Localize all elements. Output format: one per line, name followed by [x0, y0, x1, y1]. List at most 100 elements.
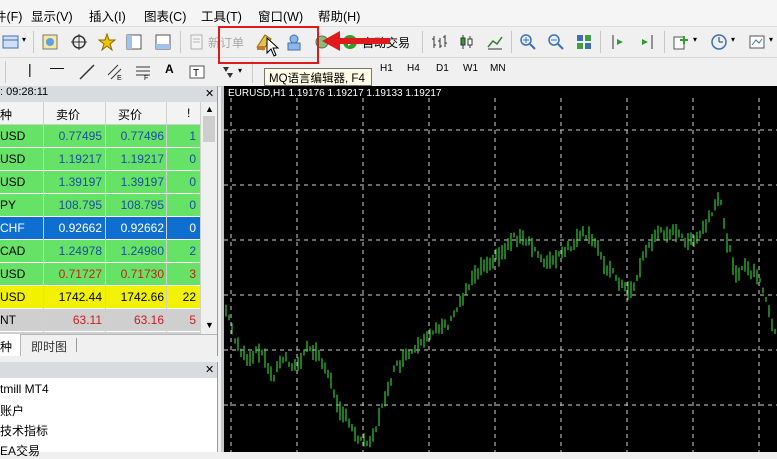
- menu-window[interactable]: 窗口(W): [258, 6, 303, 25]
- trendline-icon[interactable]: [76, 61, 98, 83]
- spread-cell: 1: [189, 129, 196, 143]
- red-arrow-icon: [322, 31, 390, 51]
- menu-help[interactable]: 帮助(H): [318, 6, 360, 25]
- table-row[interactable]: CHF 0.92662 0.92662 0: [0, 217, 200, 239]
- market-watch-column-header: 种 卖价 买价 !: [0, 102, 200, 125]
- svg-text:F: F: [144, 75, 148, 81]
- new-chart-icon[interactable]: [0, 31, 22, 53]
- table-row[interactable]: PY 108.795 108.795 0: [0, 194, 200, 216]
- chart-title: EURUSD,H1 1.19176 1.19217 1.19133 1.1921…: [228, 88, 442, 99]
- menu-bar: 件(F) 显示(V) 插入(I) 图表(C) 工具(T) 窗口(W) 帮助(H): [0, 0, 777, 27]
- market-watch-title-bar: : 09:28:11 ✕: [0, 86, 217, 102]
- symbol-cell: USD: [0, 175, 26, 189]
- nav-item-accounts[interactable]: 账户: [0, 402, 24, 419]
- navigator-title-bar: ✕: [0, 362, 217, 378]
- table-row[interactable]: USD 0.77495 0.77496 1: [0, 125, 200, 147]
- column-spread[interactable]: !: [187, 106, 190, 120]
- profiles-icon[interactable]: [39, 31, 61, 53]
- scrollbar[interactable]: ▲ ▼: [200, 102, 217, 334]
- crosshair-icon[interactable]: [68, 31, 90, 53]
- indicators-icon[interactable]: [670, 31, 692, 53]
- spread-cell: 2: [189, 244, 196, 258]
- tab-tick-chart[interactable]: 即时图: [31, 338, 67, 355]
- separator: [180, 31, 181, 53]
- ask-cell: 0.71730: [120, 267, 164, 281]
- table-row[interactable]: CAD 1.24978 1.24980 2: [0, 240, 200, 262]
- menu-insert[interactable]: 插入(I): [89, 6, 126, 25]
- bid-cell: 1.19217: [58, 152, 102, 166]
- tile-windows-icon[interactable]: [573, 31, 595, 53]
- text-tool-icon[interactable]: A: [165, 62, 174, 76]
- symbol-cell: USD: [0, 129, 26, 143]
- menu-file[interactable]: 件(F): [0, 6, 22, 25]
- menu-view[interactable]: 显示(V): [31, 6, 73, 25]
- menu-tools[interactable]: 工具(T): [201, 6, 242, 25]
- column-symbol[interactable]: 种: [0, 106, 12, 123]
- autoscroll-icon[interactable]: [636, 31, 658, 53]
- separator: [664, 31, 665, 53]
- price-chart[interactable]: [224, 86, 777, 452]
- zoom-in-icon[interactable]: [517, 31, 539, 53]
- templates-icon[interactable]: [746, 31, 768, 53]
- bar-chart-icon[interactable]: [428, 31, 450, 53]
- timeframe-mn-button[interactable]: MN: [490, 63, 506, 74]
- scrollbar-thumb[interactable]: [203, 116, 215, 142]
- favorites-icon[interactable]: [96, 31, 118, 53]
- bid-cell: 0.92662: [58, 221, 102, 235]
- nav-item-expert-advisors[interactable]: EA交易: [0, 442, 40, 459]
- dropdown-arrow-icon[interactable]: ▾: [22, 35, 26, 44]
- arrows-icon[interactable]: [217, 61, 239, 83]
- dropdown-arrow-icon[interactable]: ▾: [731, 35, 735, 44]
- navigator-panel: ✕ tmill MT4 账户 技术指标 EA交易: [0, 362, 218, 458]
- ask-cell: 0.92662: [120, 221, 164, 235]
- chart-shift-icon[interactable]: [607, 31, 629, 53]
- table-row[interactable]: USD 1742.44 1742.66 22: [0, 286, 200, 308]
- table-row[interactable]: USD 0.71727 0.71730 3: [0, 263, 200, 285]
- dropdown-arrow-icon[interactable]: ▾: [693, 35, 697, 44]
- tab-symbols[interactable]: 种: [0, 338, 12, 355]
- symbol-cell: PY: [0, 198, 17, 212]
- separator: [600, 31, 601, 53]
- timeframe-h4-button[interactable]: H4: [407, 63, 420, 74]
- bid-cell: 1.39197: [58, 175, 102, 189]
- table-row[interactable]: USD 1.19217 1.19217 0: [0, 148, 200, 170]
- close-icon[interactable]: ✕: [205, 87, 214, 100]
- line-chart-icon[interactable]: [484, 31, 506, 53]
- close-icon[interactable]: ✕: [205, 363, 214, 376]
- ask-cell: 1.24980: [120, 244, 164, 258]
- equidistant-channel-icon[interactable]: E: [104, 61, 126, 83]
- scroll-down-icon[interactable]: ▼: [205, 320, 214, 330]
- nav-item-broker[interactable]: tmill MT4: [0, 382, 49, 396]
- timeframe-w1-button[interactable]: W1: [463, 63, 478, 74]
- bid-cell: 63.11: [72, 313, 102, 327]
- spread-cell: 22: [182, 290, 196, 304]
- symbol-cell: CHF: [0, 221, 25, 235]
- spread-cell: 0: [189, 152, 196, 166]
- chart-window[interactable]: EURUSD,H1 1.19176 1.19217 1.19133 1.1921…: [224, 86, 777, 452]
- text-label-icon[interactable]: T: [186, 61, 208, 83]
- nav-item-indicators[interactable]: 技术指标: [0, 422, 48, 439]
- terminal-icon[interactable]: [152, 31, 174, 53]
- scroll-up-icon[interactable]: ▲: [205, 104, 214, 114]
- new-order-icon[interactable]: [186, 31, 208, 53]
- menu-charts[interactable]: 图表(C): [144, 6, 186, 25]
- fibonacci-icon[interactable]: F: [132, 61, 154, 83]
- timeframe-h1-button[interactable]: H1: [380, 63, 393, 74]
- timeframe-d1-button[interactable]: D1: [436, 63, 449, 74]
- horizontal-line-icon[interactable]: —: [50, 59, 64, 75]
- candlestick-icon[interactable]: [456, 31, 478, 53]
- zoom-out-icon[interactable]: [545, 31, 567, 53]
- dropdown-arrow-icon[interactable]: ▾: [769, 35, 773, 44]
- periods-clock-icon[interactable]: [708, 31, 730, 53]
- spread-cell: 3: [189, 267, 196, 281]
- spread-cell: 5: [189, 313, 196, 327]
- column-bid[interactable]: 卖价: [56, 106, 80, 123]
- table-row[interactable]: USD 1.39197 1.39197 0: [0, 171, 200, 193]
- vertical-line-icon[interactable]: |: [28, 61, 32, 77]
- ask-cell: 1742.66: [120, 290, 164, 304]
- market-watch-time: : 09:28:11: [0, 86, 49, 98]
- dropdown-arrow-icon[interactable]: ▾: [238, 66, 242, 75]
- column-ask[interactable]: 买价: [118, 106, 142, 123]
- table-row[interactable]: NT 63.11 63.16 5: [0, 309, 200, 331]
- navigator-icon[interactable]: [123, 31, 145, 53]
